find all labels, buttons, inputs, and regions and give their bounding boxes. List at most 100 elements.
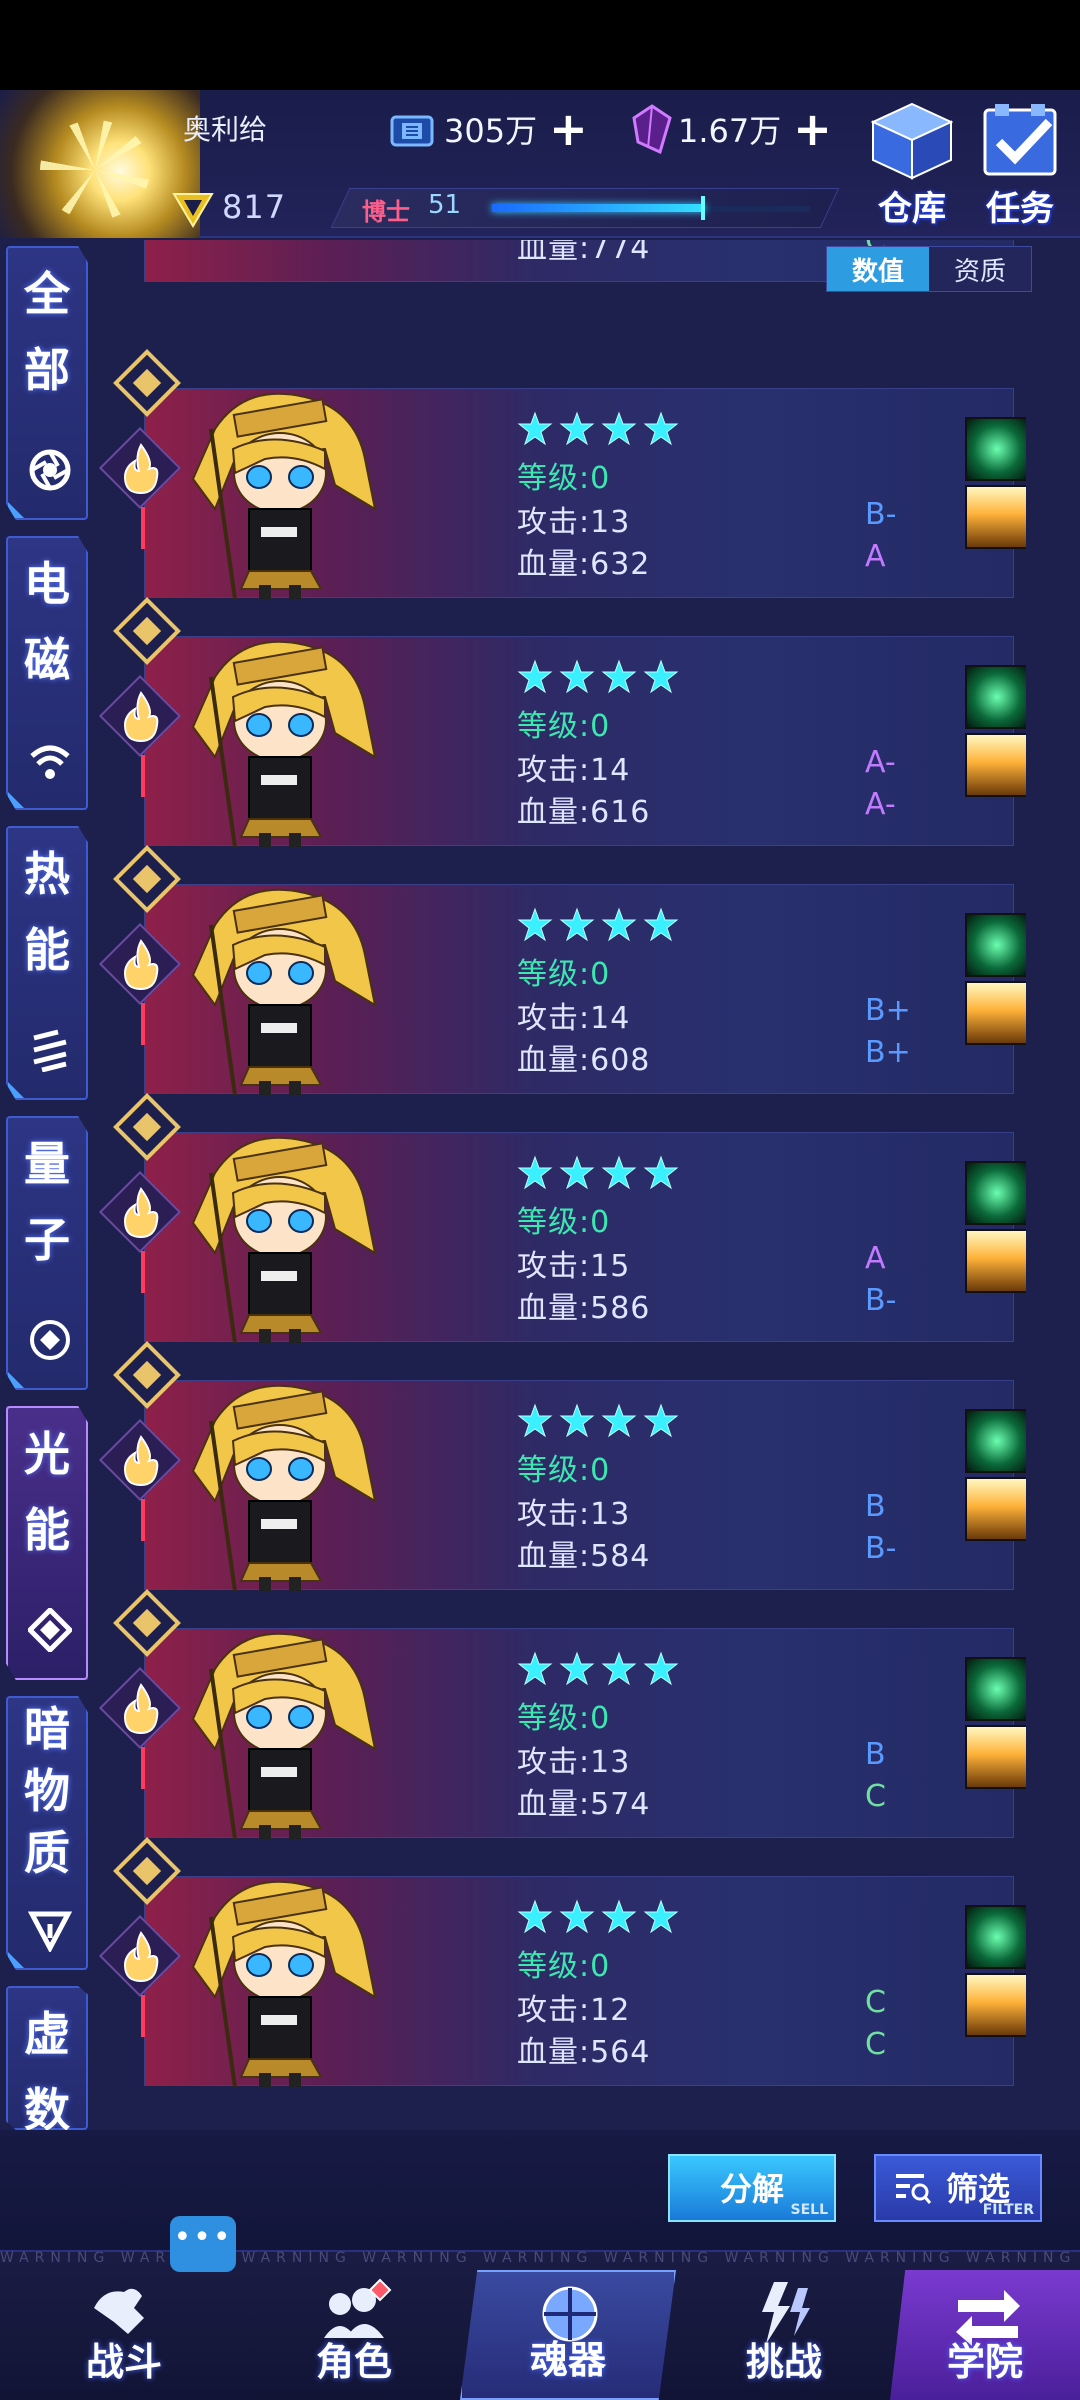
nav-challenge-label: 挑战 <box>745 2340 822 2384</box>
star-icon <box>517 1403 553 1438</box>
tab-corner <box>8 502 24 518</box>
list-item[interactable]: 等级:0 攻击:14 血量:616 A- A- <box>98 597 1026 847</box>
character-portrait <box>191 1880 377 2087</box>
flame-icon <box>123 1435 159 1487</box>
rarity-stars <box>517 411 679 447</box>
list-item[interactable]: 等级:0 攻击:15 血量:586 A B- <box>98 1093 1026 1343</box>
checkbox-icon <box>983 104 1057 176</box>
attack-grade: B+ <box>865 993 911 1028</box>
accent-line <box>141 1747 145 1789</box>
nav-academy[interactable]: 学院 <box>890 2270 1080 2400</box>
crystal-icon <box>632 104 672 154</box>
star-icon <box>517 907 553 942</box>
tab-electromagnetic[interactable]: 电磁 <box>6 536 88 810</box>
accent-line <box>141 507 145 549</box>
skill-chip-gold-icon[interactable] <box>965 1477 1026 1541</box>
skill-chip-gold-icon[interactable] <box>965 485 1026 549</box>
skill-chip-gold-icon[interactable] <box>965 1725 1026 1789</box>
rarity-stars <box>517 1651 679 1687</box>
list-item[interactable]: 等级:0 攻击:12 血量:564 C C <box>98 1837 1026 2087</box>
nav-battle[interactable]: 战斗 <box>16 2270 232 2400</box>
chat-dots: ••• <box>173 2220 233 2255</box>
attack-stat: 攻击:15 <box>517 1249 631 1284</box>
gems-value: 1.67万 <box>678 112 782 150</box>
hp-grade: C <box>865 1779 886 1814</box>
list-item[interactable]: 等级:0 攻击:13 血量:632 B- A <box>98 349 1026 599</box>
accent-line <box>141 1995 145 2037</box>
rarity-stars <box>517 1155 679 1191</box>
tab-all[interactable]: 全部 <box>6 246 88 520</box>
list-item[interactable]: 等级:0 攻击:14 血量:608 B+ B+ <box>98 845 1026 1095</box>
skill-chip-gold-icon[interactable] <box>965 1973 1026 2037</box>
filter-button[interactable]: 筛选 FILTER <box>874 2154 1042 2222</box>
add-gems-button[interactable]: + <box>793 106 832 152</box>
attack-grade: C <box>865 1985 886 2020</box>
top-header: 奥利给 817 305万 + 1.67万 + 博士 51 仓库 任务 <box>0 90 1080 238</box>
level-title: 博士 <box>362 198 410 226</box>
tab-corner <box>8 1082 24 1098</box>
star-icon <box>601 411 637 446</box>
star-icon <box>559 659 595 694</box>
star-icon <box>559 411 595 446</box>
hp-grade: A <box>865 539 886 574</box>
nav-soul-device-label: 魂器 <box>529 2338 606 2382</box>
skill-chip-green-icon[interactable] <box>965 1905 1026 1969</box>
tab-imaginary[interactable]: 虚数 <box>6 1986 88 2130</box>
accent-line <box>141 1499 145 1541</box>
skill-chip-gold-icon[interactable] <box>965 733 1026 797</box>
level-stat: 等级:0 <box>517 1701 611 1736</box>
hp-grade: A- <box>865 787 896 822</box>
skill-chip-green-icon[interactable] <box>965 665 1026 729</box>
coins-icon <box>390 115 434 147</box>
level-stat: 等级:0 <box>517 461 611 496</box>
skill-chip-gold-icon[interactable] <box>965 981 1026 1045</box>
star-icon <box>559 1899 595 1934</box>
nav-character[interactable]: 角色 <box>246 2270 462 2400</box>
flame-icon <box>123 1683 159 1735</box>
element-filter-tabs: 全部 电磁 热能 量子 光 能 暗 物 质 虚 数 <box>0 240 92 2130</box>
tab-light[interactable]: 光能 <box>6 1406 88 1680</box>
dismantle-button[interactable]: 分解 SELL <box>668 2154 836 2222</box>
level-stat: 等级:0 <box>517 1205 611 1240</box>
nav-battle-label: 战斗 <box>85 2340 162 2384</box>
tab-dark-matter-label: 暗物质 <box>24 1702 70 1880</box>
star-icon <box>559 907 595 942</box>
nav-soul-device[interactable]: 魂器 <box>460 2270 676 2400</box>
tab-quantum[interactable]: 量子 <box>6 1116 88 1390</box>
flame-icon <box>123 1931 159 1983</box>
skill-chip-green-icon[interactable] <box>965 1657 1026 1721</box>
rarity-stars <box>517 907 679 943</box>
tab-thermal[interactable]: 热能 <box>6 826 88 1100</box>
star-icon <box>601 659 637 694</box>
storage-button[interactable]: 仓库 <box>862 100 962 230</box>
character-portrait <box>191 1136 377 1343</box>
tab-dark-matter[interactable]: 暗物质 <box>6 1696 88 1970</box>
toggle-aptitude[interactable]: 资质 <box>929 247 1031 291</box>
action-bar: 分解 SELL 筛选 FILTER <box>0 2130 1080 2250</box>
tasks-label: 任务 <box>986 189 1054 229</box>
skill-chip-green-icon[interactable] <box>965 913 1026 977</box>
skill-chip-green-icon[interactable] <box>965 1161 1026 1225</box>
tab-light-label: 光能 <box>24 1427 70 1557</box>
toggle-values[interactable]: 数值 <box>827 247 929 291</box>
tasks-button[interactable]: 任务 <box>970 100 1070 230</box>
star-icon <box>601 907 637 942</box>
hp-stat: 血量:774 <box>517 240 651 266</box>
player-name: 奥利给 <box>183 113 268 146</box>
level-stat: 等级:0 <box>517 957 611 992</box>
storage-label: 仓库 <box>878 189 946 229</box>
warning-strip: WARNING WARNING WARNING WARNING WARNING … <box>0 2250 1080 2266</box>
star-icon <box>517 1651 553 1686</box>
rarity-stars <box>517 1899 679 1935</box>
skill-chip-green-icon[interactable] <box>965 417 1026 481</box>
nav-challenge[interactable]: 挑战 <box>676 2270 892 2400</box>
skill-chip-gold-icon[interactable] <box>965 1229 1026 1293</box>
list-item[interactable]: 等级:0 攻击:13 血量:584 B B- <box>98 1341 1026 1591</box>
star-icon <box>559 1651 595 1686</box>
skill-chip-green-icon[interactable] <box>965 1409 1026 1473</box>
list-item[interactable]: 等级:0 攻击:13 血量:574 B C <box>98 1589 1026 1839</box>
chat-button[interactable]: ••• <box>170 2216 236 2272</box>
player-avatar[interactable] <box>0 90 200 238</box>
attack-grade: B <box>865 1737 886 1772</box>
add-coins-button[interactable]: + <box>549 106 588 152</box>
